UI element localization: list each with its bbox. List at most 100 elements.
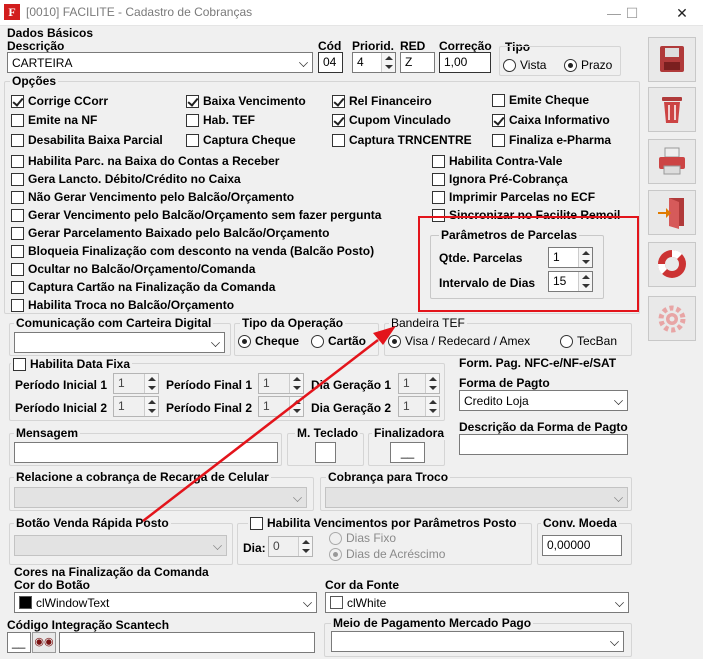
chk-imprimir[interactable]: Imprimir Parcelas no ECF (432, 190, 595, 204)
scantech-code-field[interactable]: __ (7, 632, 31, 653)
tipo-vista-option[interactable]: Vista (503, 58, 546, 72)
priorid-spinner[interactable]: 4 (352, 52, 396, 73)
settings-button[interactable] (648, 296, 696, 341)
chk-caixainf[interactable]: Caixa Informativo (492, 113, 610, 127)
finalizadora-field[interactable]: __ (390, 442, 425, 463)
descricao-combo[interactable]: CARTEIRA (7, 52, 313, 73)
checkbox-icon[interactable] (11, 190, 24, 204)
checkbox-icon[interactable] (332, 133, 345, 147)
radio-icon[interactable] (503, 58, 516, 72)
chk-habtroca[interactable]: Habilita Troca no Balcão/Orçamento (11, 298, 234, 312)
spin-arrows-icon[interactable] (144, 397, 158, 416)
chk-geralancto[interactable]: Gera Lancto. Débito/Crédito no Caixa (11, 172, 241, 186)
checkbox-icon[interactable] (250, 516, 263, 530)
corfonte-combo[interactable]: clWhite (325, 592, 629, 613)
chk-emitenf[interactable]: Emite na NF (11, 113, 97, 127)
scantech-search-button[interactable]: ◉◉ (32, 632, 56, 653)
convmoeda-field[interactable]: 0,00000 (542, 535, 622, 556)
checkbox-icon[interactable] (11, 262, 24, 276)
comunicacao-combo[interactable] (14, 332, 225, 353)
checkbox-icon[interactable] (432, 172, 445, 186)
spin-arrows-icon[interactable] (289, 374, 303, 393)
chk-habvenc[interactable]: Habilita Vencimentos por Parâmetros Post… (248, 516, 519, 530)
chk-gerarparc[interactable]: Gerar Parcelamento Baixado pelo Balcão/O… (11, 226, 329, 240)
dg2-spinner[interactable]: 1 (398, 396, 440, 417)
chk-datafixa[interactable]: Habilita Data Fixa (11, 357, 133, 371)
chk-cupom[interactable]: Cupom Vinculado (332, 113, 451, 127)
cod-field[interactable]: 04 (318, 52, 343, 73)
chk-naogerar[interactable]: Não Gerar Vencimento pelo Balcão/Orçamen… (11, 190, 294, 204)
radio-icon[interactable] (564, 58, 577, 72)
checkbox-icon[interactable] (11, 154, 24, 168)
chk-habcontravale[interactable]: Habilita Contra-Vale (432, 154, 562, 168)
checkbox-icon[interactable] (11, 94, 24, 108)
troco-combo[interactable] (325, 487, 628, 508)
spin-arrows-icon[interactable] (144, 374, 158, 393)
radio-icon[interactable] (560, 334, 573, 348)
chk-desabilita[interactable]: Desabilita Baixa Parcial (11, 133, 163, 147)
chk-capcartao[interactable]: Captura Cartão na Finalização da Comanda (11, 280, 275, 294)
recarga-combo[interactable] (14, 487, 307, 508)
checkbox-icon[interactable] (11, 208, 24, 222)
checkbox-icon[interactable] (492, 93, 505, 107)
checkbox-icon[interactable] (13, 357, 26, 371)
checkbox-icon[interactable] (186, 133, 199, 147)
close-button[interactable]: ✕ (664, 0, 700, 26)
chk-habparc[interactable]: Habilita Parc. na Baixa do Contas a Rece… (11, 154, 279, 168)
checkbox-icon[interactable] (11, 280, 24, 294)
radio-icon[interactable] (238, 334, 251, 348)
pf2-spinner[interactable]: 1 (258, 396, 304, 417)
diasfixo-option[interactable]: Dias Fixo (329, 531, 396, 545)
chk-ignora[interactable]: Ignora Pré-Cobrança (432, 172, 568, 186)
save-button[interactable] (648, 37, 696, 82)
checkbox-icon[interactable] (186, 94, 199, 108)
checkbox-icon[interactable] (492, 133, 505, 147)
maximize-button[interactable]: ☐ (614, 0, 650, 26)
spin-arrows-icon[interactable] (425, 374, 439, 393)
chk-baixa[interactable]: Baixa Vencimento (186, 94, 306, 108)
spin-arrows-icon[interactable] (289, 397, 303, 416)
checkbox-icon[interactable] (186, 113, 199, 127)
diasacrescimo-option[interactable]: Dias de Acréscimo (329, 547, 445, 561)
print-button[interactable] (648, 139, 696, 184)
help-button[interactable] (648, 242, 696, 287)
correcao-field[interactable]: 1,00 (439, 52, 491, 73)
mercadopago-combo[interactable] (331, 631, 624, 652)
descforma-field[interactable] (459, 434, 628, 455)
red-field[interactable]: Z (400, 52, 435, 73)
cartao-option[interactable]: Cartão (311, 334, 366, 348)
radio-icon[interactable] (329, 547, 342, 561)
chk-emitecheque[interactable]: Emite Cheque (492, 93, 589, 107)
pi2-spinner[interactable]: 1 (113, 396, 159, 417)
chk-habtef[interactable]: Hab. TEF (186, 113, 255, 127)
checkbox-icon[interactable] (11, 133, 24, 147)
checkbox-icon[interactable] (432, 154, 445, 168)
exit-button[interactable] (648, 190, 696, 235)
spin-arrows-icon[interactable] (381, 53, 395, 72)
checkbox-icon[interactable] (432, 190, 445, 204)
tipo-prazo-option[interactable]: Prazo (564, 58, 612, 72)
chk-captrn[interactable]: Captura TRNCENTRE (332, 133, 472, 147)
chk-gerarsem[interactable]: Gerar Vencimento pelo Balcão/Orçamento s… (11, 208, 381, 222)
botaovenda-combo[interactable] (14, 535, 227, 556)
cheque-option[interactable]: Cheque (238, 334, 299, 348)
chk-ocultar[interactable]: Ocultar no Balcão/Orçamento/Comanda (11, 262, 255, 276)
checkbox-icon[interactable] (11, 172, 24, 186)
chk-corrige[interactable]: Corrige CCorr (11, 94, 108, 108)
radio-icon[interactable] (329, 531, 342, 545)
spin-arrows-icon[interactable] (298, 537, 312, 556)
pi1-spinner[interactable]: 1 (113, 373, 159, 394)
visa-option[interactable]: Visa / Redecard / Amex (388, 334, 530, 348)
radio-icon[interactable] (388, 334, 401, 348)
chk-bloqueia[interactable]: Bloqueia Finalização com desconto na ven… (11, 244, 374, 258)
pf1-spinner[interactable]: 1 (258, 373, 304, 394)
chk-finaliza[interactable]: Finaliza e-Pharma (492, 133, 611, 147)
radio-icon[interactable] (311, 334, 324, 348)
checkbox-icon[interactable] (332, 94, 345, 108)
tecban-option[interactable]: TecBan (560, 334, 617, 348)
mteclado-field[interactable] (315, 442, 336, 463)
mensagem-field[interactable] (14, 442, 278, 463)
chk-relfin[interactable]: Rel Financeiro (332, 94, 432, 108)
checkbox-icon[interactable] (492, 113, 505, 127)
chk-capcheque[interactable]: Captura Cheque (186, 133, 296, 147)
